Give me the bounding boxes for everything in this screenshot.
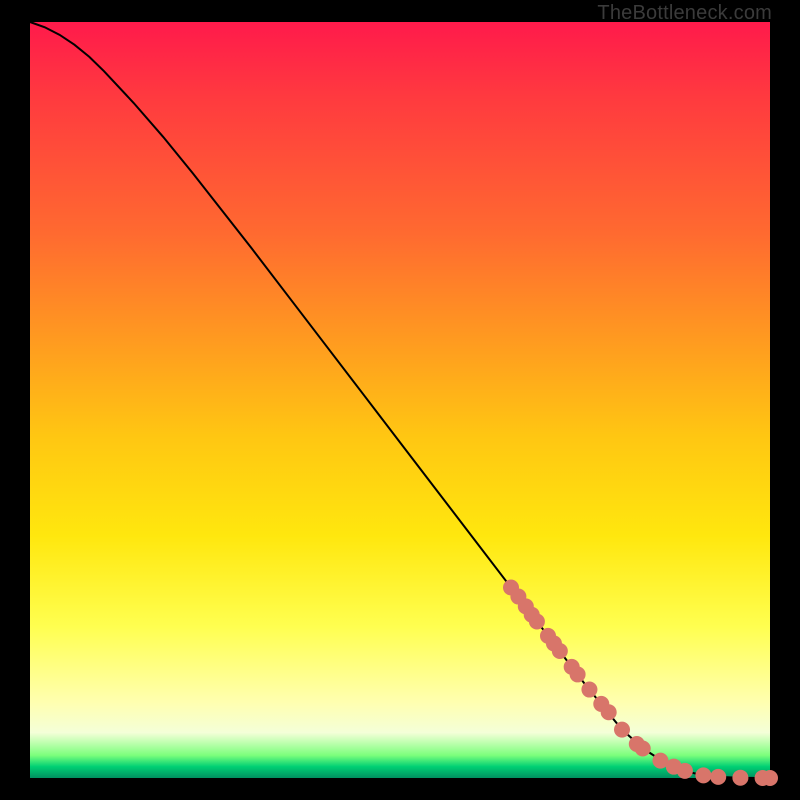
marker-point bbox=[762, 770, 778, 786]
chart-overlay bbox=[30, 22, 770, 778]
marker-point bbox=[614, 722, 630, 738]
marker-point bbox=[695, 767, 711, 783]
marker-point bbox=[732, 770, 748, 786]
marker-point bbox=[552, 643, 568, 659]
marker-point bbox=[581, 682, 597, 698]
marker-point bbox=[710, 769, 726, 785]
chart-stage: TheBottleneck.com bbox=[0, 0, 800, 800]
marker-point bbox=[570, 666, 586, 682]
marker-point bbox=[529, 614, 545, 630]
marker-point bbox=[601, 704, 617, 720]
marker-group bbox=[503, 579, 778, 786]
marker-point bbox=[635, 741, 651, 757]
marker-point bbox=[677, 763, 693, 779]
curve-line bbox=[30, 22, 770, 778]
